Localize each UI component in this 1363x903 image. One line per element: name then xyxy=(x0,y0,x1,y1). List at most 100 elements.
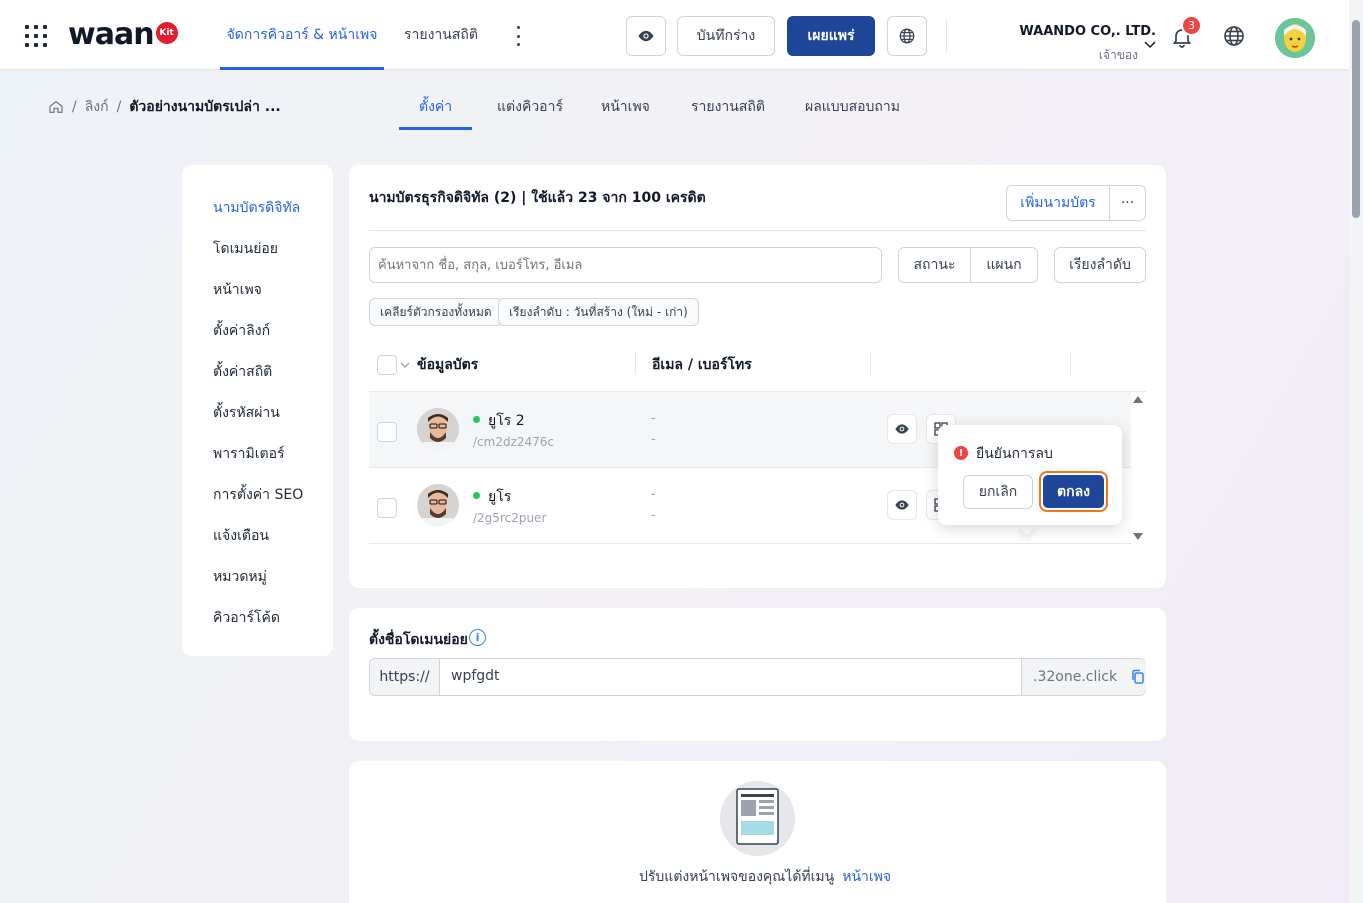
logo[interactable]: waan Kit xyxy=(68,16,178,52)
card-phone: - xyxy=(651,508,656,523)
document-icon xyxy=(736,788,779,845)
column-card-info: ข้อมูลบัตร xyxy=(417,357,479,373)
card-slug: /cm2dz2476c xyxy=(473,435,555,449)
copy-icon[interactable] xyxy=(1131,669,1145,685)
page-hint: ปรับแต่งหน้าเพจของคุณได้ที่เมนู หน้าเพจ xyxy=(639,866,891,888)
sidebar-item-subdomain[interactable]: โดเมนย่อย xyxy=(213,238,278,260)
sidebar-item-seo[interactable]: การตั้งค่า SEO xyxy=(213,484,303,506)
clear-filters-chip[interactable]: เคลียร์ตัวกรองทั้งหมด xyxy=(369,298,503,326)
card-avatar xyxy=(417,484,459,526)
globe-icon xyxy=(899,28,915,44)
nav-tab-stats[interactable]: รายงานสถิติ xyxy=(404,0,478,70)
preview-button[interactable] xyxy=(626,16,666,56)
view-card-button[interactable] xyxy=(887,490,917,520)
card-name[interactable]: ยูโร xyxy=(488,486,511,508)
subdomain-title: ตั้งชื่อโดเมนย่อย xyxy=(369,632,468,648)
home-icon[interactable] xyxy=(48,99,64,115)
notification-badge: 3 xyxy=(1181,15,1202,36)
url-suffix: .32one.click xyxy=(1021,659,1146,695)
tab-settings[interactable]: ตั้งค่า xyxy=(419,96,452,118)
logo-badge: Kit xyxy=(155,22,178,44)
page-illustration xyxy=(720,781,795,856)
person-photo xyxy=(417,484,459,526)
more-vertical-icon[interactable] xyxy=(510,26,526,46)
sidebar-item-notifications[interactable]: แจ้งเตือน xyxy=(213,525,269,547)
breadcrumb-current: ตัวอย่างนามบัตรเปล่า ... xyxy=(129,99,281,115)
page-menu-link[interactable]: หน้าเพจ xyxy=(842,869,891,885)
row-checkbox[interactable] xyxy=(377,498,397,518)
column-divider xyxy=(1070,352,1071,374)
scrollbar-thumb[interactable] xyxy=(1352,20,1360,218)
chevron-down-icon xyxy=(1144,41,1156,49)
sort-button[interactable]: เรียงลำดับ xyxy=(1054,247,1146,283)
filter-department-button[interactable]: แผนก xyxy=(970,247,1038,283)
table-scroll-down-icon[interactable] xyxy=(1133,533,1143,540)
breadcrumb: / ลิงก์ / ตัวอย่างนามบัตรเปล่า ... xyxy=(48,96,281,118)
header-divider xyxy=(946,18,947,54)
publish-button[interactable]: เผยแพร่ xyxy=(787,16,875,56)
breadcrumb-link[interactable]: ลิงก์ xyxy=(85,96,109,118)
warning-icon: ! xyxy=(954,446,968,460)
card-phone: - xyxy=(651,432,656,447)
more-options-button[interactable]: ··· xyxy=(1109,185,1146,221)
sidebar-item-digital-card[interactable]: นามบัตรดิจิทัล xyxy=(213,197,300,219)
table-scroll-up-icon[interactable] xyxy=(1133,396,1143,403)
sidebar-item-parameters[interactable]: พารามิเตอร์ xyxy=(213,443,285,465)
sort-chip[interactable]: เรียงลำดับ : วันที่สร้าง (ใหม่ - เก่า) xyxy=(498,298,699,326)
globe-icon[interactable] xyxy=(1222,24,1246,48)
subdomain-input[interactable]: wpfgdt xyxy=(451,668,500,684)
cancel-button[interactable]: ยกเลิก xyxy=(963,475,1033,509)
tab-survey-results[interactable]: ผลแบบสอบถาม xyxy=(805,96,900,118)
nav-tab-label: จัดการคิวอาร์ & หน้าเพจ xyxy=(226,27,378,43)
divider xyxy=(369,543,1131,544)
select-all-checkbox[interactable] xyxy=(377,355,397,375)
save-draft-button[interactable]: บันทึกร่าง xyxy=(677,16,775,56)
filter-status-button[interactable]: สถานะ xyxy=(898,247,971,283)
company-role: เจ้าของ xyxy=(1098,48,1138,62)
nav-tab-qr-pages[interactable]: จัดการคิวอาร์ & หน้าเพจ xyxy=(220,0,384,70)
online-status-dot xyxy=(473,416,480,423)
confirm-ok-button[interactable]: ตกลง xyxy=(1039,471,1108,512)
page-scrollbar[interactable] xyxy=(1349,0,1363,903)
sidebar-item-password[interactable]: ตั้งรหัสผ่าน xyxy=(213,402,280,424)
row-checkbox[interactable] xyxy=(377,422,397,442)
tab-stats[interactable]: รายงานสถิติ xyxy=(691,96,765,118)
column-email-phone: อีเมล / เบอร์โทร xyxy=(652,357,752,373)
nav-tab-label: รายงานสถิติ xyxy=(404,27,478,43)
card-name[interactable]: ยูโร 2 xyxy=(488,410,525,432)
chevron-down-icon[interactable] xyxy=(400,361,410,369)
tab-qr-design[interactable]: แต่งคิวอาร์ xyxy=(497,96,563,118)
domain-suffix: .32one.click xyxy=(1033,669,1118,685)
add-card-button[interactable]: เพิ่มนามบัตร xyxy=(1006,185,1110,221)
column-divider xyxy=(870,352,871,374)
card-email: - xyxy=(651,487,656,502)
person-photo xyxy=(417,408,459,450)
column-divider xyxy=(635,352,636,374)
avatar-illustration xyxy=(1275,18,1315,58)
sidebar-item-link-settings[interactable]: ตั้งค่าลิงก์ xyxy=(213,320,270,342)
cards-panel-title: นามบัตรธุรกิจดิจิทัล (2) | ใช้แล้ว 23 จา… xyxy=(369,190,706,206)
logo-text: waan xyxy=(68,16,155,52)
active-tab-indicator xyxy=(399,127,472,130)
sidebar-item-qr-code[interactable]: คิวอาร์โค้ด xyxy=(213,607,280,629)
language-button[interactable] xyxy=(887,16,927,56)
sidebar-item-stats-settings[interactable]: ตั้งค่าสถิติ xyxy=(213,361,272,383)
card-avatar xyxy=(417,408,459,450)
popover-title: ยืนยันการลบ xyxy=(976,446,1053,462)
search-input[interactable] xyxy=(369,247,882,283)
subdomain-field: https:// wpfgdt .32one.click xyxy=(369,658,1146,696)
eye-icon xyxy=(895,500,909,510)
divider xyxy=(369,230,1146,231)
url-prefix: https:// xyxy=(370,659,440,695)
sidebar-item-page[interactable]: หน้าเพจ xyxy=(213,279,262,301)
confirm-ok-label: ตกลง xyxy=(1043,475,1104,508)
card-slug: /2g5rc2puer xyxy=(473,511,547,525)
apps-grid-icon[interactable] xyxy=(25,25,47,47)
info-icon[interactable]: i xyxy=(469,629,486,646)
card-email: - xyxy=(651,411,656,426)
tab-page[interactable]: หน้าเพจ xyxy=(601,96,650,118)
user-avatar[interactable] xyxy=(1275,18,1315,58)
company-switcher[interactable]: WAANDO CO,. LTD. เจ้าของ xyxy=(1010,24,1156,62)
sidebar-item-categories[interactable]: หมวดหมู่ xyxy=(213,566,267,588)
view-card-button[interactable] xyxy=(887,414,917,444)
